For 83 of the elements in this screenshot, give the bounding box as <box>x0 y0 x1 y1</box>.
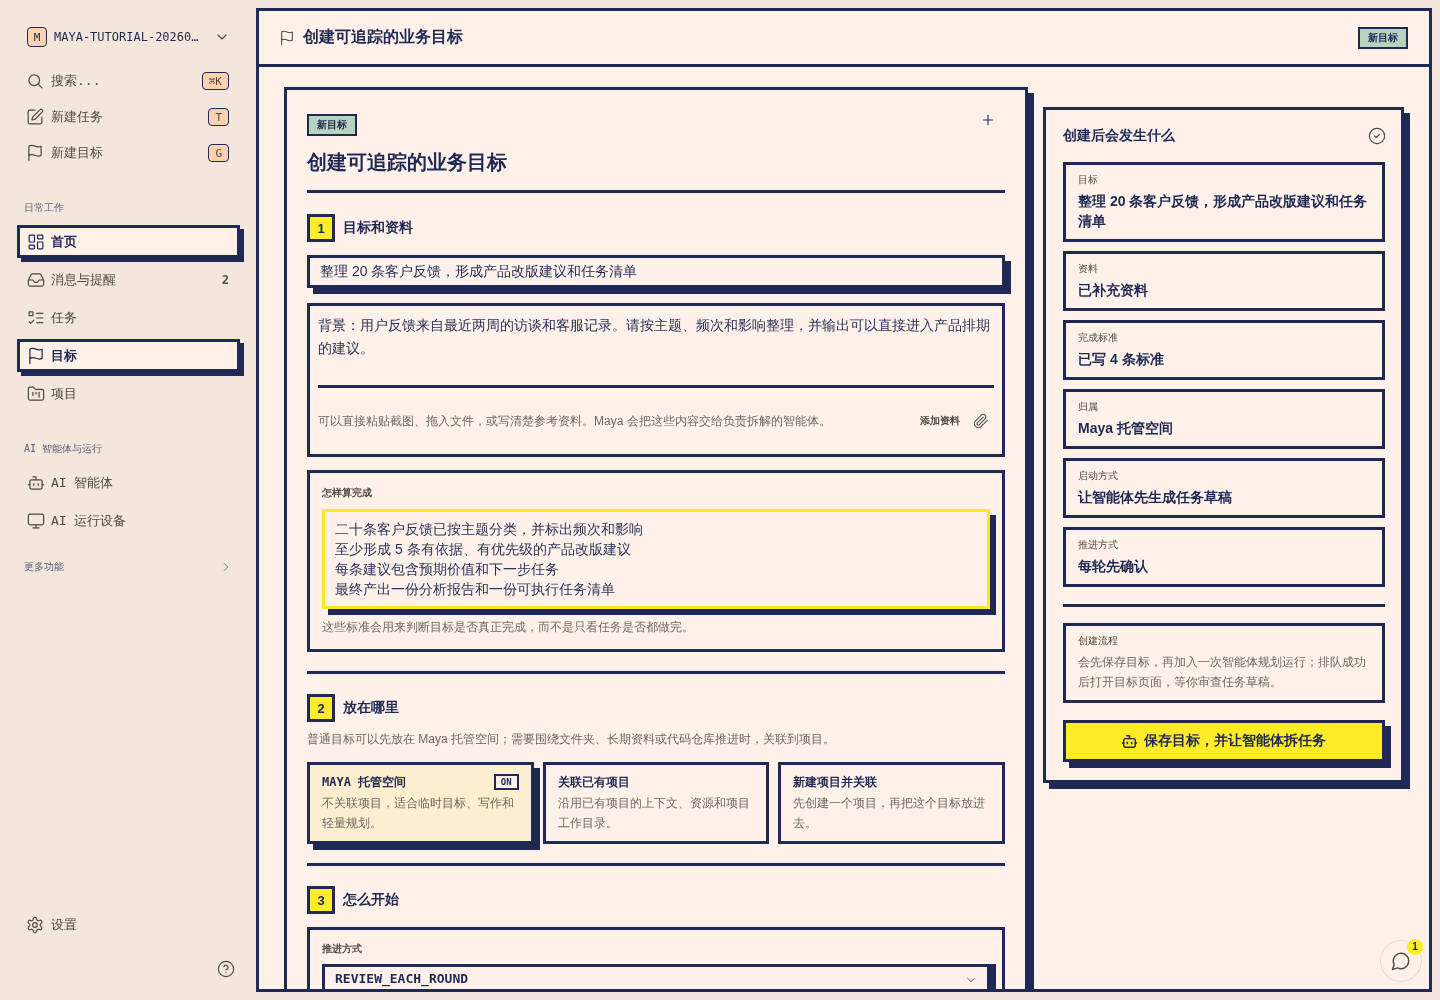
status-tag: 新目标 <box>1358 26 1408 49</box>
monitor-icon <box>28 512 44 529</box>
summary-value: 每轮先确认 <box>1078 557 1149 576</box>
flag-icon <box>28 347 44 364</box>
flow-description: 会先保存目标，再加入一次智能体规划运行；排队成功后打开目标页面，等你审查任务草稿。 <box>1078 654 1367 691</box>
step-number: 3 <box>307 886 335 914</box>
dashboard-icon <box>28 233 44 250</box>
section-title: 放在哪里 <box>343 699 399 717</box>
search-icon <box>27 73 43 89</box>
option-title: 新建项目并关联 <box>793 774 878 791</box>
summary-value: 让智能体先生成任务草稿 <box>1078 488 1233 507</box>
sidebar-action[interactable]: 新建任务 <box>27 99 209 135</box>
workspace-switcher[interactable]: M MAYA-TUTORIAL-20260… <box>27 27 229 47</box>
field-label: 推进方式 <box>322 942 363 956</box>
settings-item[interactable]: 设置 <box>27 908 77 941</box>
section-description: 普通目标可以先放在 Maya 托管空间；需要围绕文件夹、长期资料或代码仓库推进时，关联到项目。 <box>307 731 836 748</box>
option-title: 关联已有项目 <box>557 774 630 791</box>
settings-icon <box>27 916 43 933</box>
summary-value: Maya 托管空间 <box>1078 419 1174 438</box>
step-number: 2 <box>307 694 335 722</box>
flag-icon <box>280 30 294 45</box>
panel-title: 创建后会发生什么 <box>1063 127 1175 145</box>
attach-button[interactable]: 添加资料 <box>920 414 988 428</box>
summary-label: 启动方式 <box>1078 469 1119 483</box>
robot-icon <box>1122 733 1137 749</box>
background-textarea[interactable]: 背景：用户反馈来自最近两周的访谈和客服记录。请按主题、频次和影响整理，并输出可以直接进入产品排期的建议。 <box>310 306 1002 385</box>
option-title: MAYA 托管空间 <box>322 774 407 791</box>
section-title: 怎么开始 <box>343 891 399 909</box>
hint-text: 这些标准会用来判断目标是否真正完成，而不是只看任务是否都做完。 <box>322 619 695 636</box>
flag-icon <box>27 145 43 161</box>
criteria-line: 每条建议包含预期价值和下一步任务 <box>335 560 559 579</box>
summary-value: 整理 20 条客户反馈，形成产品改版建议和任务清单 <box>1078 192 1369 231</box>
nav-item[interactable]: 项目 <box>17 377 240 410</box>
summary-label: 推进方式 <box>1078 538 1119 552</box>
checklist-icon <box>28 309 44 326</box>
nav-item[interactable]: 消息与提醒 <box>17 263 218 296</box>
shortcut-key: ⌘K <box>201 72 229 90</box>
summary-label: 归属 <box>1078 400 1099 414</box>
step-number: 1 <box>307 214 335 242</box>
criteria-line: 最终产出一份分析报告和一份可执行任务清单 <box>335 580 615 599</box>
pencil-square-icon <box>27 109 43 125</box>
check-circle-icon <box>1369 128 1385 144</box>
placement-option[interactable]: 关联已有项目 沿用已有项目的上下文、资源和项目工作目录。 <box>542 762 770 844</box>
shortcut-key: G <box>208 144 229 162</box>
summary-label: 创建流程 <box>1078 634 1119 648</box>
summary-label: 资料 <box>1078 262 1099 276</box>
section-label: 日常工作 <box>24 201 65 215</box>
robot-icon <box>28 474 44 491</box>
page-title: 创建可追踪的业务目标 <box>303 27 463 47</box>
nav-item[interactable]: AI 智能体 <box>17 466 240 499</box>
summary-value: 已写 4 条标准 <box>1078 350 1165 369</box>
criteria-line: 至少形成 5 条有依据、有优先级的产品改版建议 <box>335 540 631 559</box>
hint-text: 可以直接粘贴截图、拖入文件，或写清楚参考资料。Maya 会把这些内容交给负责拆解的智能体。 <box>318 413 832 430</box>
field-label: 怎样算完成 <box>322 486 373 500</box>
chat-button[interactable]: 1 <box>1380 940 1422 982</box>
option-description: 先创建一个项目，再把这个目标放进去。 <box>793 795 987 832</box>
status-tag: 新目标 <box>307 114 357 136</box>
summary-value: 已补充资料 <box>1078 281 1149 300</box>
summary-label: 完成标准 <box>1078 331 1119 345</box>
nav-item[interactable]: 任务 <box>17 301 240 334</box>
section-label: AI 智能体与运行 <box>24 442 104 456</box>
form-title: 创建可追踪的业务目标 <box>307 150 508 175</box>
sidebar-action[interactable]: 新建目标 <box>27 135 209 171</box>
on-tag: ON <box>493 774 519 790</box>
section-title: 目标和资料 <box>343 219 413 237</box>
tray-icon <box>28 271 44 288</box>
nav-item[interactable]: AI 运行设备 <box>17 504 240 537</box>
summary-label: 目标 <box>1078 173 1099 187</box>
unread-count: 1 <box>1407 939 1423 955</box>
chat-bubble-icon <box>1392 952 1410 970</box>
option-description: 沿用已有项目的上下文、资源和项目工作目录。 <box>557 795 751 832</box>
plus-icon[interactable] <box>981 113 995 127</box>
paperclip-icon <box>974 414 988 428</box>
help-icon[interactable] <box>218 961 234 977</box>
unread-count: 2 <box>221 272 230 287</box>
shortcut-key: T <box>208 108 229 126</box>
sidebar-action[interactable]: 搜索... <box>27 63 202 99</box>
folder-icon <box>28 385 44 402</box>
option-description: 不关联项目，适合临时目标、写作和轻量规划。 <box>322 795 515 832</box>
more-features-toggle[interactable]: 更多功能 <box>24 560 64 574</box>
criteria-line: 二十条客户反馈已按主题分类，并标出频次和影响 <box>335 520 643 539</box>
workspace-avatar: M <box>27 27 47 47</box>
placement-option[interactable]: 新建项目并关联 先创建一个项目，再把这个目标放进去。 <box>778 762 1005 844</box>
